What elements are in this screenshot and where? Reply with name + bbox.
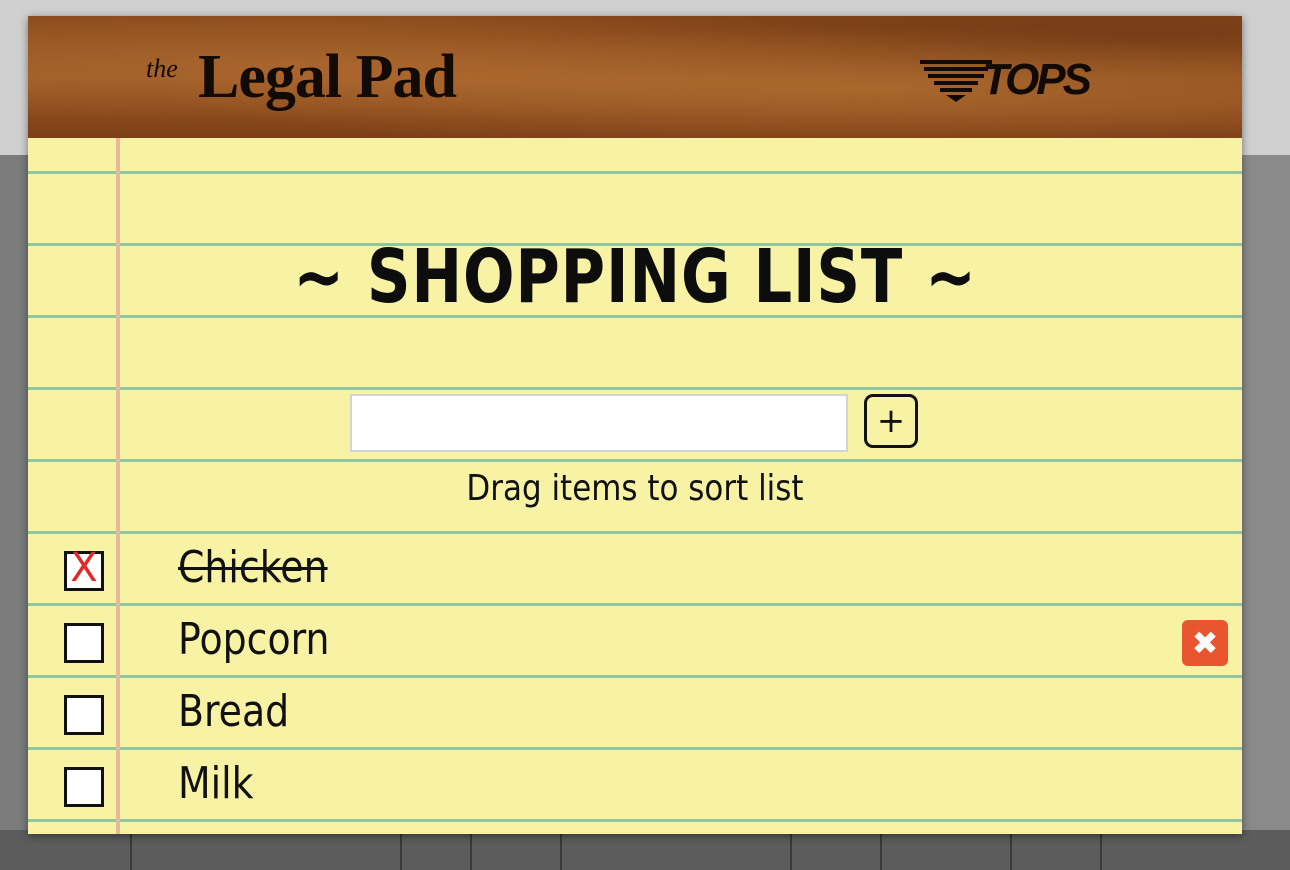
desktop-bottom-strip xyxy=(0,830,1290,870)
item-label: Milk xyxy=(178,758,254,809)
plus-icon: + xyxy=(876,401,906,441)
item-label: Chicken xyxy=(178,542,328,593)
item-checkbox[interactable] xyxy=(64,623,104,663)
item-label: Popcorn xyxy=(178,614,330,665)
desktop-left-strip xyxy=(0,0,30,870)
desktop-right-strip xyxy=(1242,0,1290,870)
item-checkbox-checked[interactable]: X xyxy=(64,545,104,591)
brand-name: Legal Pad xyxy=(198,43,457,111)
delete-item-button[interactable]: ✖ xyxy=(1182,620,1228,666)
check-x-icon: X xyxy=(70,545,98,591)
item-label: Bread xyxy=(178,686,290,737)
pad-header: the Legal Pad TOPS xyxy=(28,16,1242,138)
item-checkbox[interactable] xyxy=(64,767,104,807)
sort-hint: Drag items to sort list xyxy=(466,468,804,509)
paper-sheet: ~ SHOPPING LIST ~ + Drag items to sort l… xyxy=(28,138,1242,834)
list-item[interactable]: X Chicken xyxy=(28,538,1242,602)
list-title: ~ SHOPPING LIST ~ xyxy=(293,234,977,320)
list-item[interactable]: Bread xyxy=(28,682,1242,746)
close-icon: ✖ xyxy=(1191,624,1219,662)
add-item-button[interactable]: + xyxy=(864,394,918,448)
sponsor-name: TOPS xyxy=(982,55,1092,104)
brand-the: the xyxy=(146,54,178,83)
list-item[interactable]: Milk xyxy=(28,754,1242,818)
sponsor-logo: TOPS xyxy=(916,52,1092,108)
item-checkbox[interactable] xyxy=(64,695,104,735)
new-item-input[interactable] xyxy=(350,394,848,452)
list-item[interactable]: Popcorn ✖ xyxy=(28,610,1242,674)
legal-pad-widget: the Legal Pad TOPS ~ SHOPPING LIST ~ + D… xyxy=(28,16,1242,834)
